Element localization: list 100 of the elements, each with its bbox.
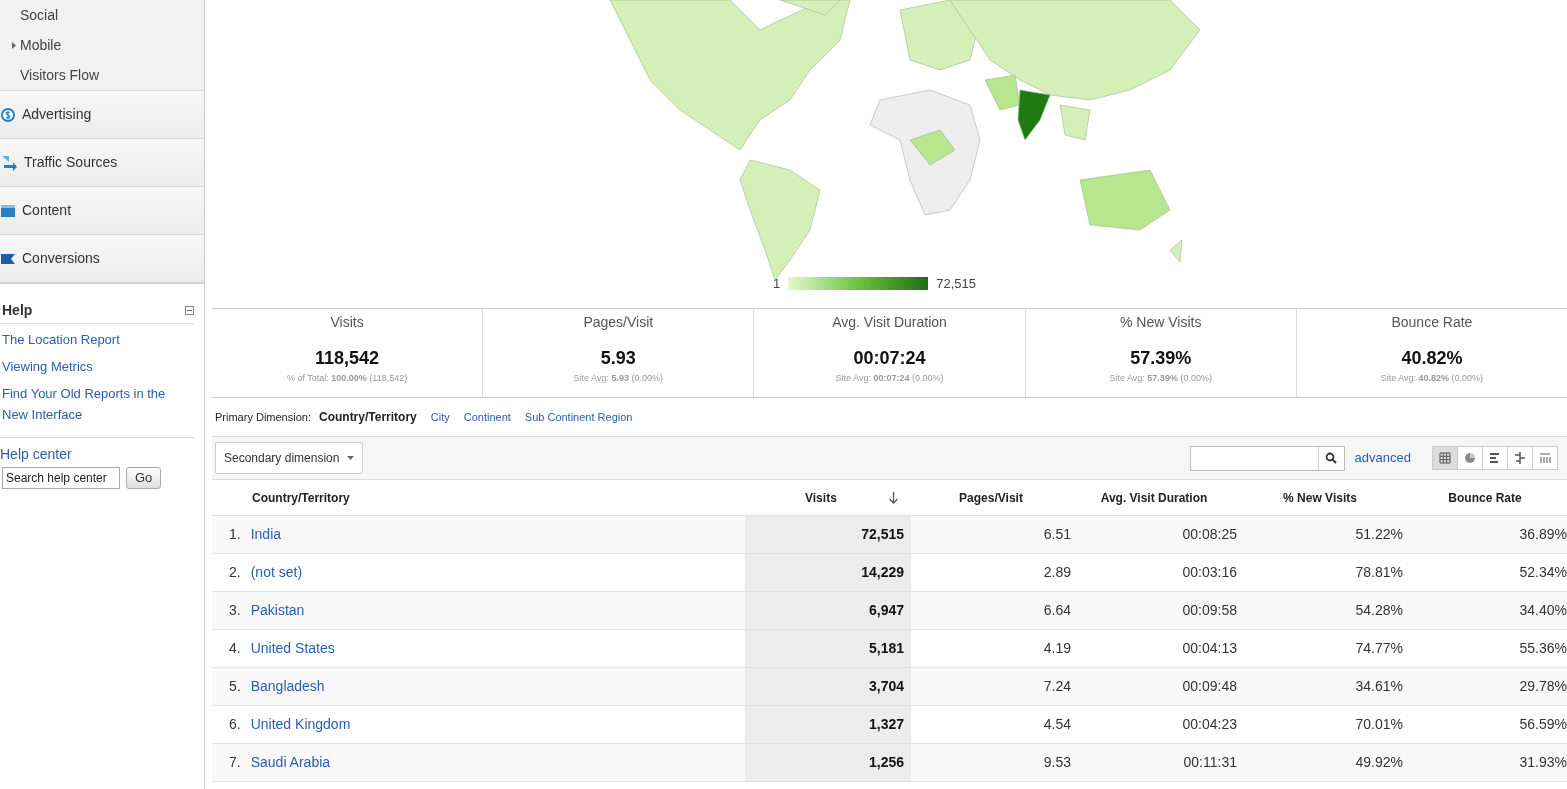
scorecard-label: % New Visits [1120, 313, 1202, 332]
table-cell: 14,229 [745, 554, 911, 591]
scorecard-value: 5.93 [600, 347, 636, 370]
scorecard-label: Visits [330, 313, 364, 332]
comparison-icon [1514, 452, 1526, 464]
country-link[interactable]: (not set) [250, 562, 303, 583]
dimension-link[interactable]: City [430, 408, 450, 426]
nav-section[interactable]: Traffic Sources [0, 138, 204, 186]
dimension-link[interactable]: Sub Continent Region [524, 408, 633, 426]
table-cell-text: 52.34% [1518, 563, 1567, 582]
nav-section[interactable]: Content [0, 186, 204, 234]
dimension-link[interactable]: Continent [463, 408, 511, 426]
caret-icon [347, 456, 355, 460]
row-number: 4. [229, 639, 241, 658]
dimension-link[interactable]: Country/Territory [318, 408, 417, 426]
document-icon [0, 202, 16, 219]
table-cell: 6,947 [745, 592, 911, 629]
flag-icon [0, 251, 16, 266]
table-cell: 1,327 [745, 706, 911, 743]
secondary-dimension-dropdown[interactable]: Secondary dimension [215, 442, 364, 474]
column-header[interactable]: % New Visits [1237, 488, 1403, 507]
column-header[interactable]: Visits [745, 488, 911, 507]
nav-subitem[interactable]: Social [0, 0, 204, 30]
table-search-field[interactable] [1189, 445, 1345, 471]
table-cell-text: 00:09:48 [1181, 677, 1237, 696]
table-cell-text: 00:04:13 [1181, 639, 1237, 658]
nav-section[interactable]: Advertising [0, 90, 204, 138]
legend-max-label: 72,515 [936, 275, 976, 293]
scorecard-note: Site Avg: 40.82% (0.00%) [1380, 372, 1484, 385]
country-link[interactable]: India [250, 524, 282, 545]
expand-arrow-icon[interactable] [12, 41, 16, 49]
pie-chart-icon [1464, 452, 1476, 464]
go-button[interactable]: Go [126, 467, 162, 489]
view-toggle[interactable] [1457, 446, 1483, 470]
view-toggle[interactable] [1532, 446, 1558, 470]
column-header[interactable]: Country/Territory [212, 488, 745, 507]
scorecard-value: 00:07:24 [853, 347, 926, 370]
table-cell-text: 6.64 [1042, 601, 1071, 620]
table-cell-text: 4.19 [1042, 639, 1071, 658]
table-cell-text: 00:04:23 [1181, 715, 1237, 734]
table-cell-text: 78.81% [1354, 563, 1403, 582]
country-link[interactable]: United Kingdom [250, 714, 351, 735]
scorecard-note: % of Total: 100.00% (118,542) [286, 372, 408, 385]
row-number: 1. [229, 525, 241, 544]
table-cell: 1,256 [745, 744, 911, 781]
table-cell-text: 2.89 [1042, 563, 1071, 582]
help-link[interactable]: Viewing Metrics [0, 356, 194, 377]
view-toggle[interactable] [1432, 446, 1458, 470]
row-number: 5. [229, 677, 241, 696]
nav-subitem[interactable]: Visitors Flow [0, 60, 204, 90]
table-cell-text: 34.61% [1354, 677, 1403, 696]
help-link[interactable]: Find Your Old Reports in the New Interface [0, 383, 194, 425]
sort-arrow-icon[interactable] [888, 491, 898, 504]
scorecard-note: Site Avg: 00:07:24 (0.00%) [835, 372, 944, 385]
table-cell-text: 34.40% [1518, 601, 1567, 620]
table-cell-text: 55.36% [1518, 639, 1567, 658]
arrows-icon [0, 153, 18, 172]
help-title: Help [1, 301, 33, 320]
table-cell: 3,704 [745, 668, 911, 705]
nav-subitem[interactable]: Mobile [0, 30, 204, 60]
help-link[interactable]: The Location Report [0, 329, 194, 350]
help-center-link[interactable]: Help center [0, 438, 194, 465]
table-cell-text: 9.53 [1042, 753, 1071, 772]
table-cell-text: 74.77% [1354, 639, 1403, 658]
advanced-link[interactable]: advanced [1354, 448, 1411, 468]
table-cell-text: 6.51 [1042, 525, 1071, 544]
collapse-icon[interactable] [185, 306, 194, 315]
view-toggle[interactable] [1482, 446, 1508, 470]
dollar-coin-icon [0, 106, 16, 123]
grid-icon [1439, 452, 1451, 464]
country-link[interactable]: United States [250, 638, 335, 659]
scorecard-value: 57.39% [1130, 347, 1192, 370]
table-cell-text: 49.92% [1354, 753, 1403, 772]
help-search-field[interactable]: Search help center [2, 467, 120, 489]
country-link[interactable]: Saudi Arabia [250, 752, 331, 773]
scorecard-label: Bounce Rate [1391, 313, 1473, 332]
table-cell-text: 00:03:16 [1181, 563, 1237, 582]
scorecard-note: Site Avg: 57.39% (0.00%) [1109, 372, 1212, 385]
country-link[interactable]: Bangladesh [250, 676, 325, 697]
legend-min-label: 1 [773, 275, 781, 293]
pivot-columns-icon [1539, 452, 1551, 464]
view-toggle[interactable] [1507, 446, 1533, 470]
table-cell-text: 56.59% [1518, 715, 1567, 734]
row-number: 7. [229, 753, 241, 772]
column-header[interactable]: Avg. Visit Duration [1071, 488, 1237, 507]
scorecard-note: Site Avg: 5.93 (0.00%) [573, 372, 663, 385]
column-header[interactable]: Pages/Visit [911, 488, 1071, 507]
column-header[interactable]: Bounce Rate [1403, 488, 1567, 507]
country-link[interactable]: Pakistan [250, 600, 305, 621]
scorecard-label: Avg. Visit Duration [832, 313, 947, 332]
table-cell-text: 29.78% [1518, 677, 1567, 696]
bar-chart-icon [1489, 452, 1501, 464]
table-cell-text: 36.89% [1518, 525, 1567, 544]
table-cell-text: 54.28% [1354, 601, 1403, 620]
nav-section[interactable]: Conversions [0, 234, 204, 282]
table-cell-text: 00:11:31 [1182, 753, 1237, 772]
table-cell: 72,515 [745, 516, 911, 553]
row-number: 2. [229, 563, 241, 582]
row-number: 3. [229, 601, 241, 620]
table-cell-text: 7.24 [1042, 677, 1071, 696]
